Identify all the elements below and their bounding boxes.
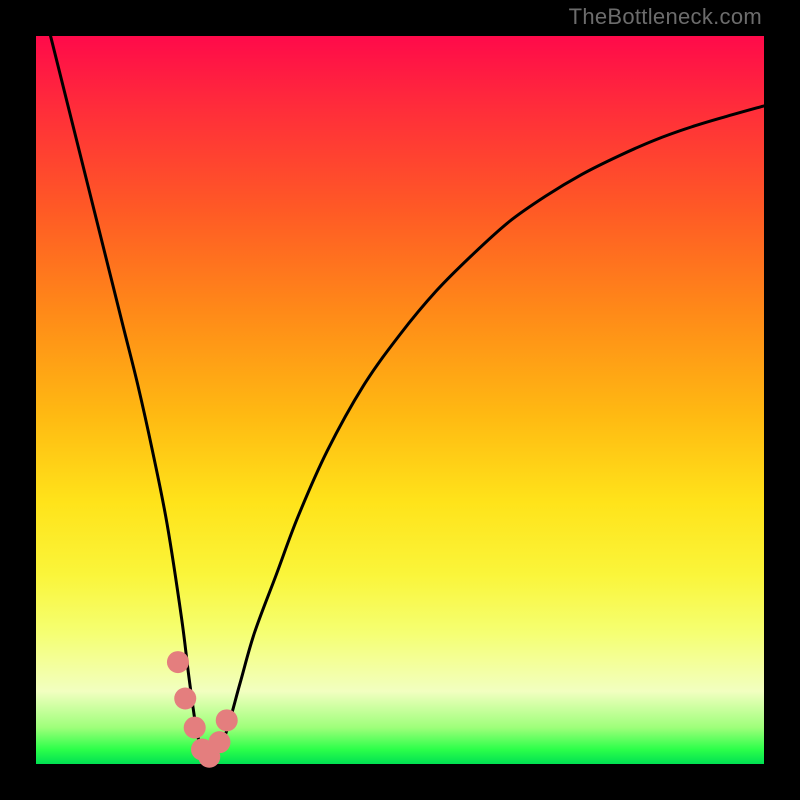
- marker-point: [174, 687, 196, 709]
- chart-frame: TheBottleneck.com: [0, 0, 800, 800]
- watermark-text: TheBottleneck.com: [569, 4, 762, 30]
- marker-group: [167, 651, 238, 768]
- marker-point: [216, 709, 238, 731]
- marker-point: [184, 717, 206, 739]
- curve-layer: [36, 36, 764, 764]
- marker-point: [167, 651, 189, 673]
- marker-point: [208, 731, 230, 753]
- bottleneck-curve-path: [36, 0, 764, 765]
- plot-area: [36, 36, 764, 764]
